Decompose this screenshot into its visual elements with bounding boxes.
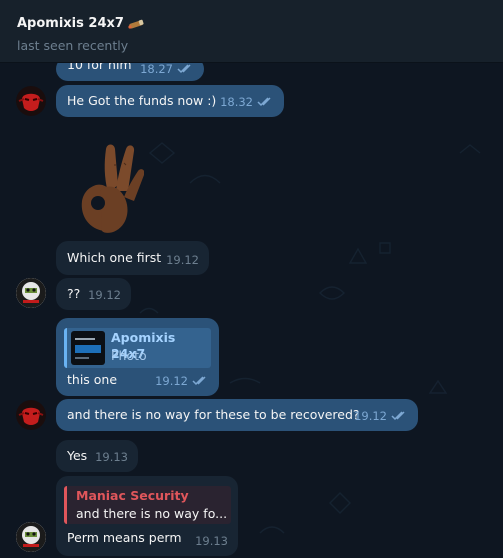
message-bubble[interactable]: 10 for him 18.27 <box>56 63 204 81</box>
double-check-icon <box>192 376 209 386</box>
ok-hand-icon <box>81 144 145 233</box>
cigar-emoji-icon <box>128 19 144 29</box>
reply-text: and there is no way fo... <box>76 506 228 521</box>
skull-logo-icon <box>16 522 46 552</box>
skull-logo-icon <box>16 278 46 308</box>
double-check-icon <box>177 64 194 74</box>
message-time: 18.32 <box>220 95 253 109</box>
message-time: 19.13 <box>95 450 128 464</box>
message-bubble[interactable]: and there is no way for these to be reco… <box>56 399 418 431</box>
message-bubble[interactable]: ?? 19.12 <box>56 278 131 310</box>
reply-preview[interactable]: Maniac Security and there is no way fo..… <box>64 486 231 524</box>
message-text: and there is no way for these to be reco… <box>67 407 360 422</box>
avatar[interactable] <box>16 86 46 116</box>
reply-preview[interactable]: Apomixis 24x7 Photo <box>64 328 211 368</box>
reply-text: Photo <box>111 348 147 363</box>
message-time: 18.27 <box>140 63 173 76</box>
ok-hand-sticker[interactable] <box>74 135 145 237</box>
photo-thumbnail <box>71 331 105 365</box>
message-text: this one <box>67 372 118 387</box>
red-mask-icon <box>16 400 46 430</box>
reply-sender: Maniac Security <box>76 488 189 503</box>
message-text: 10 for him <box>67 63 132 72</box>
double-check-icon <box>257 97 274 107</box>
message-time: 19.12 <box>155 374 188 388</box>
avatar[interactable] <box>16 522 46 552</box>
message-bubble[interactable]: Maniac Security and there is no way fo..… <box>56 476 238 556</box>
message-bubble[interactable]: He Got the funds now :) 18.32 <box>56 85 284 117</box>
double-check-icon <box>391 411 408 421</box>
message-bubble[interactable]: Yes 19.13 <box>56 440 138 472</box>
contact-name: Apomixis 24x7 <box>17 16 124 31</box>
message-time: 19.13 <box>195 534 228 548</box>
message-text: He Got the funds now :) <box>67 93 217 108</box>
avatar[interactable] <box>16 278 46 308</box>
message-time: 19.12 <box>354 409 387 423</box>
message-time: 19.12 <box>88 288 121 302</box>
message-text: Perm means perm <box>67 530 182 545</box>
avatar[interactable] <box>16 400 46 430</box>
message-bubble[interactable]: Which one first 19.12 <box>56 241 209 275</box>
message-text: Which one first <box>67 250 162 265</box>
chat-title[interactable]: Apomixis 24x7 <box>17 16 147 31</box>
red-mask-icon <box>16 86 46 116</box>
message-text: Yes <box>67 448 88 463</box>
message-list[interactable]: 10 for him 18.27 He Got the funds now :)… <box>0 63 503 558</box>
message-time: 19.12 <box>166 253 199 267</box>
chat-header[interactable]: Apomixis 24x7 last seen recently <box>0 0 503 63</box>
contact-status: last seen recently <box>17 38 129 53</box>
message-bubble[interactable]: Apomixis 24x7 Photo this one 19.12 <box>56 318 219 396</box>
message-text: ?? <box>67 286 81 301</box>
